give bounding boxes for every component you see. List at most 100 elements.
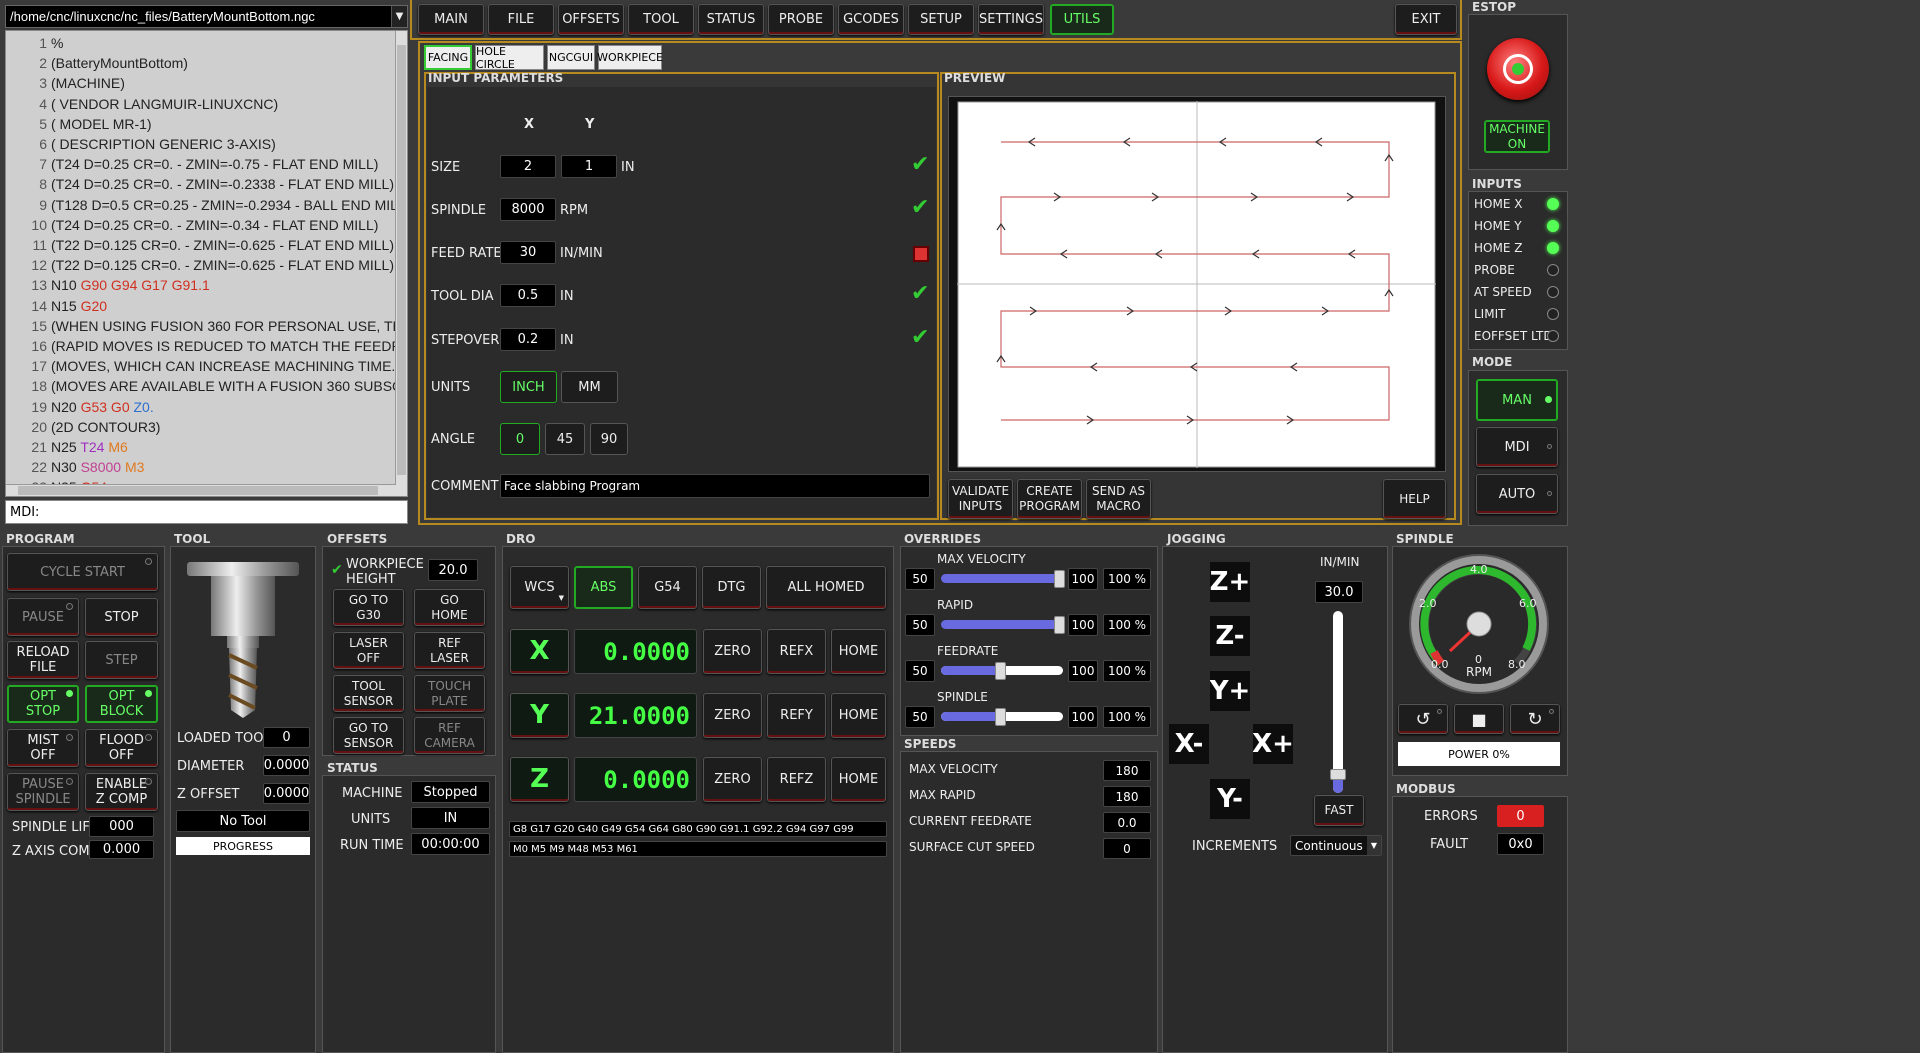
- enable-zcomp-button[interactable]: ENABLE Z COMP: [85, 773, 158, 811]
- angle-45-button[interactable]: 45: [545, 423, 585, 455]
- fast-button[interactable]: FAST: [1314, 795, 1364, 826]
- ref-z-button[interactable]: REFZ: [767, 757, 826, 802]
- override-slider[interactable]: [941, 574, 1063, 583]
- spindle-ccw-button[interactable]: ↺: [1398, 704, 1448, 734]
- comment-input[interactable]: Face slabbing Program: [500, 474, 930, 498]
- utils-tab-hole-circle[interactable]: HOLE CIRCLE: [475, 45, 544, 71]
- axis-z-button[interactable]: Z: [510, 757, 569, 802]
- increments-select[interactable]: Continuous ▼: [1290, 835, 1382, 856]
- touch-plate-button[interactable]: TOUCH PLATE: [414, 675, 485, 712]
- tab-probe[interactable]: PROBE: [768, 4, 834, 35]
- home-y-button[interactable]: HOME: [831, 693, 886, 738]
- override-slider-thumb[interactable]: [995, 662, 1006, 680]
- gcode-line[interactable]: 10 (T24 D=0.25 CR=0. - ZMIN=-0.34 - FLAT …: [6, 215, 407, 235]
- jog-rate-slider[interactable]: [1333, 611, 1343, 793]
- gcode-line[interactable]: 20 (2D CONTOUR3): [6, 417, 407, 437]
- step-button[interactable]: STEP: [85, 641, 158, 679]
- gcode-line[interactable]: 3 (MACHINE): [6, 73, 407, 93]
- zero-x-button[interactable]: ZERO: [703, 629, 762, 674]
- horizontal-scrollbar[interactable]: [6, 484, 396, 496]
- tab-tool[interactable]: TOOL: [628, 4, 694, 35]
- utils-tab-workpiece[interactable]: WORKPIECE: [597, 45, 663, 70]
- tab-main[interactable]: MAIN: [418, 4, 484, 35]
- angle-0-button[interactable]: 0: [500, 423, 540, 455]
- gcode-line[interactable]: 22 N30 S8000 M3: [6, 457, 407, 477]
- tooldia-input[interactable]: 0.5: [500, 284, 556, 307]
- gcode-line[interactable]: 1%: [6, 33, 407, 53]
- zaxis-comp-input[interactable]: 0.000: [89, 840, 154, 859]
- gcode-line[interactable]: 6( DESCRIPTION GENERIC 3-AXIS): [6, 134, 407, 154]
- gcode-line[interactable]: 7 (T24 D=0.25 CR=0. - ZMIN=-0.75 - FLAT E…: [6, 154, 407, 174]
- go-home-button[interactable]: GO HOME: [414, 589, 485, 626]
- dtg-button[interactable]: DTG: [702, 566, 761, 609]
- tab-status[interactable]: STATUS: [698, 4, 764, 35]
- g54-button[interactable]: G54: [638, 566, 697, 609]
- gcode-line[interactable]: 9 (T128 D=0.5 CR=0.25 - ZMIN=-0.2934 - BA…: [6, 195, 407, 215]
- gcode-line[interactable]: 4( VENDOR LANGMUIR-LINUXCNC): [6, 94, 407, 114]
- send-as-macro-button[interactable]: SEND AS MACRO: [1086, 479, 1151, 519]
- ref-camera-button[interactable]: REF CAMERA: [414, 717, 485, 754]
- cycle-start-button[interactable]: CYCLE START: [7, 553, 158, 591]
- opt-block-button[interactable]: OPT BLOCK: [85, 685, 158, 723]
- gcode-line[interactable]: 18 (MOVES ARE AVAILABLE WITH A FUSION 360…: [6, 376, 407, 396]
- create-program-button[interactable]: CREATE PROGRAM: [1017, 479, 1082, 519]
- override-slider-thumb[interactable]: [1054, 616, 1065, 634]
- wcs-button[interactable]: WCS ▼: [510, 566, 569, 609]
- tab-settings[interactable]: SETTINGS: [978, 4, 1044, 35]
- ref-y-button[interactable]: REFY: [767, 693, 826, 738]
- workpiece-height-input[interactable]: 20.0: [428, 559, 478, 581]
- mode-mdi-button[interactable]: MDI: [1476, 427, 1558, 467]
- ref-x-button[interactable]: REFX: [767, 629, 826, 674]
- gcode-line[interactable]: 13 N10 G90 G94 G17 G91.1: [6, 275, 407, 295]
- tab-setup[interactable]: SETUP: [908, 4, 974, 35]
- gcode-line[interactable]: 2 (BatteryMountBottom): [6, 53, 407, 73]
- help-button[interactable]: HELP: [1383, 479, 1446, 519]
- gcode-line[interactable]: 14 N15 G20: [6, 296, 407, 316]
- tab-file[interactable]: FILE: [488, 4, 554, 35]
- pause-button[interactable]: PAUSE: [7, 598, 79, 636]
- jog-y-minus-button[interactable]: Y-: [1210, 779, 1250, 819]
- reload-file-button[interactable]: RELOAD FILE: [7, 641, 79, 679]
- units-inch-button[interactable]: INCH: [500, 371, 557, 403]
- tab-utils[interactable]: UTILS: [1050, 4, 1114, 35]
- utils-tab-facing[interactable]: FACING: [424, 45, 472, 70]
- tool-sensor-button[interactable]: TOOL SENSOR: [333, 675, 404, 712]
- estop-button[interactable]: [1487, 38, 1549, 100]
- override-slider[interactable]: [941, 620, 1063, 629]
- gcode-line[interactable]: 16 (RAPID MOVES IS REDUCED TO MATCH THE F…: [6, 336, 407, 356]
- gcode-line[interactable]: 12 (T22 D=0.125 CR=0. - ZMIN=-0.625 - FLA…: [6, 255, 407, 275]
- vertical-scrollbar[interactable]: [395, 31, 407, 496]
- home-z-button[interactable]: HOME: [831, 757, 886, 802]
- utils-tab-ngcgui[interactable]: NGCGUI: [547, 45, 595, 70]
- abs-button[interactable]: ABS: [574, 566, 633, 609]
- jog-rate-slider-thumb[interactable]: [1330, 768, 1346, 780]
- jog-x-minus-button[interactable]: X-: [1169, 724, 1209, 764]
- spindle-input[interactable]: 8000: [500, 198, 556, 221]
- axis-x-button[interactable]: X: [510, 629, 569, 674]
- mist-button[interactable]: MIST OFF: [7, 729, 79, 767]
- pause-spindle-button[interactable]: PAUSE SPINDLE: [7, 773, 79, 811]
- tab-offsets[interactable]: OFFSETS: [558, 4, 624, 35]
- gcode-viewer[interactable]: 1% 2 (BatteryMountBottom) 3 (MACHINE) 4( VEND…: [5, 30, 408, 497]
- laser-off-button[interactable]: LASER OFF: [333, 632, 404, 669]
- gcode-line[interactable]: 15 (WHEN USING FUSION 360 FOR PERSONAL US…: [6, 316, 407, 336]
- zero-z-button[interactable]: ZERO: [703, 757, 762, 802]
- file-path-bar[interactable]: /home/cnc/linuxcnc/nc_files/BatteryMount…: [5, 5, 408, 28]
- override-slider-thumb[interactable]: [1054, 570, 1065, 588]
- jog-x-plus-button[interactable]: X+: [1253, 724, 1293, 764]
- angle-90-button[interactable]: 90: [590, 423, 628, 455]
- gcode-line[interactable]: 11 (T22 D=0.125 CR=0. - ZMIN=-0.625 - FLA…: [6, 235, 407, 255]
- exit-button[interactable]: EXIT: [1395, 4, 1457, 35]
- gcode-line[interactable]: 19 N20 G53 G0 Z0.: [6, 397, 407, 417]
- home-x-button[interactable]: HOME: [831, 629, 886, 674]
- gcode-line[interactable]: 8 (T24 D=0.25 CR=0. - ZMIN=-0.2338 - FLAT…: [6, 174, 407, 194]
- jog-y-plus-button[interactable]: Y+: [1210, 671, 1250, 711]
- feed-input[interactable]: 30: [500, 241, 556, 264]
- goto-g30-button[interactable]: GO TO G30: [333, 589, 404, 626]
- spindle-lift-input[interactable]: 000: [89, 816, 154, 837]
- axis-y-button[interactable]: Y: [510, 693, 569, 738]
- chevron-down-icon[interactable]: ▼: [391, 6, 407, 27]
- all-homed-button[interactable]: ALL HOMED: [766, 566, 886, 609]
- jog-z-plus-button[interactable]: Z+: [1210, 562, 1250, 602]
- opt-stop-button[interactable]: OPT STOP: [7, 685, 79, 723]
